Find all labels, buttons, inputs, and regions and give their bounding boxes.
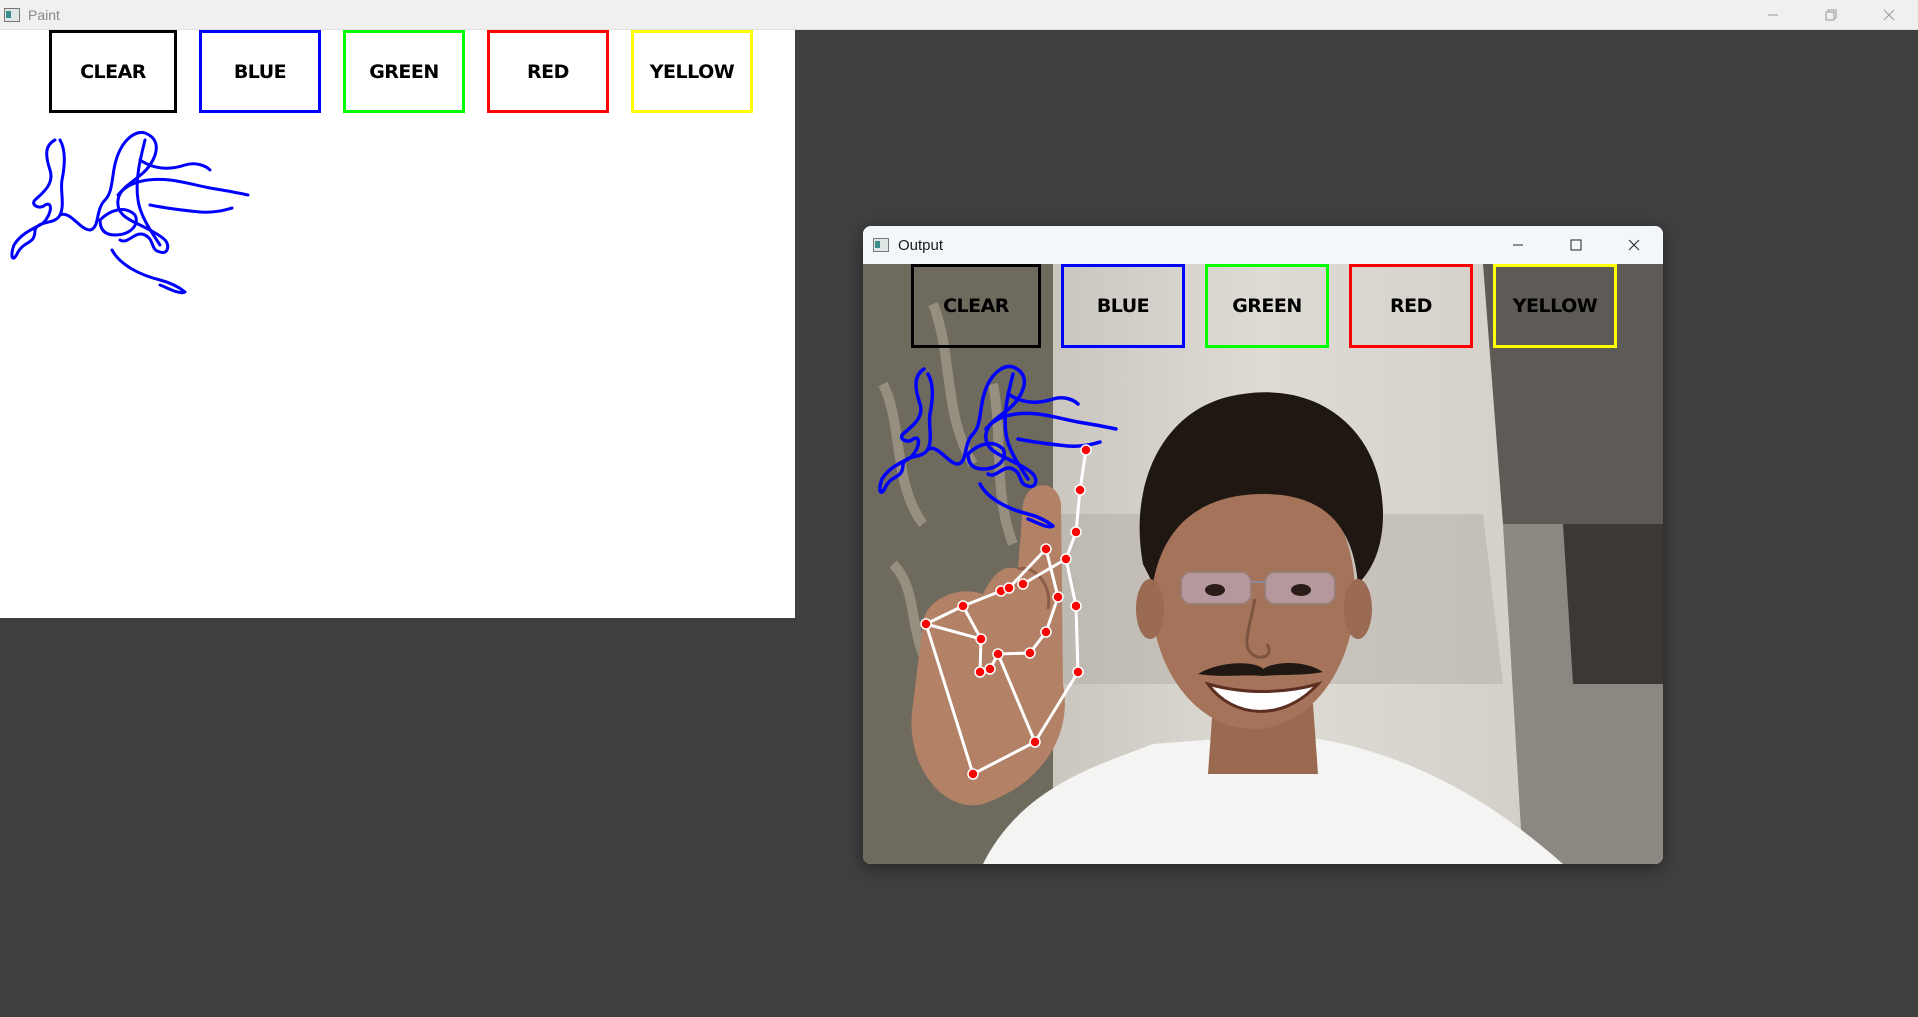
minimize-icon	[1513, 244, 1523, 246]
paint-canvas[interactable]: CLEAR BLUE GREEN RED YELLOW	[0, 30, 795, 618]
output-window-title: Output	[898, 236, 944, 254]
app-window-icon	[4, 7, 20, 22]
minimize-button[interactable]	[1489, 226, 1547, 264]
paint-window-titlebar[interactable]: Paint	[0, 0, 1918, 30]
paint-window-title: Paint	[28, 6, 60, 23]
restore-button[interactable]	[1802, 0, 1860, 29]
webcam-feed: CLEAR BLUE GREEN RED YELLOW	[863, 264, 1663, 864]
maximize-button[interactable]	[1547, 226, 1605, 264]
output-window-titlebar[interactable]: Output	[863, 226, 1663, 264]
hand-landmarks-overlay	[920, 444, 1092, 780]
minimize-icon	[1768, 14, 1778, 15]
output-window[interactable]: Output CLEAR BLUE GREEN RED YELLOW	[863, 226, 1663, 864]
app-window-icon	[873, 237, 890, 253]
close-button[interactable]	[1860, 0, 1918, 29]
close-icon	[1883, 9, 1895, 20]
minimize-button[interactable]	[1744, 0, 1802, 29]
close-button[interactable]	[1605, 226, 1663, 264]
maximize-icon	[1570, 239, 1582, 251]
restore-icon	[1825, 9, 1837, 20]
close-icon	[1628, 239, 1640, 251]
blue-scribble-drawing	[10, 130, 250, 295]
